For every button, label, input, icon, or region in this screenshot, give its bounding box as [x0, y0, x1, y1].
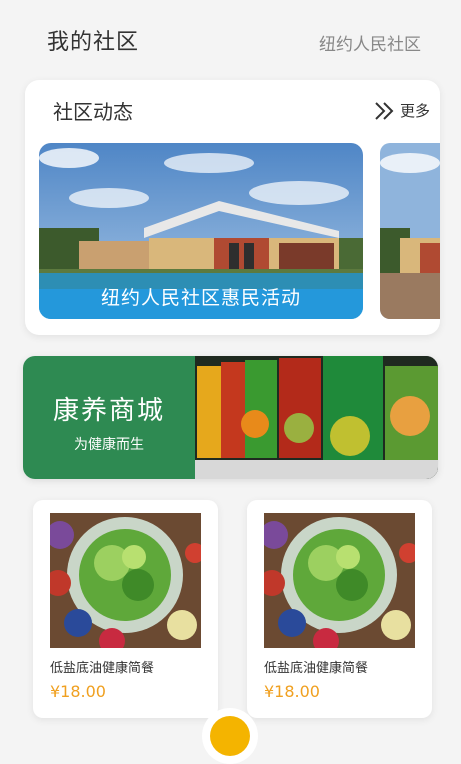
product-price: ¥18.00 — [50, 682, 106, 701]
double-chevron-right-icon — [375, 101, 394, 120]
product-price: ¥18.00 — [264, 682, 320, 701]
fab-icon — [210, 716, 250, 756]
mall-label-panel: 康养商城 为健康而生 — [23, 356, 195, 479]
floating-action-button[interactable] — [202, 708, 258, 764]
mall-subtitle: 为健康而生 — [74, 437, 144, 453]
mall-title: 康养商城 — [52, 396, 165, 426]
news-banner-next[interactable] — [380, 143, 440, 319]
product-card[interactable]: 低盐底油健康简餐 ¥18.00 — [247, 500, 432, 718]
product-image — [50, 513, 201, 648]
news-section-title: 社区动态 — [53, 100, 133, 124]
health-mall-banner[interactable]: 康养商城 为健康而生 — [23, 356, 438, 479]
product-name: 低盐底油健康简餐 — [264, 661, 369, 676]
product-name: 低盐底油健康简餐 — [50, 661, 155, 676]
banner-caption: 纽约人民社区惠民活动 — [39, 273, 363, 319]
more-label: 更多 — [399, 102, 430, 120]
more-button[interactable]: 更多 — [374, 100, 430, 121]
product-card[interactable]: 低盐底油健康简餐 ¥18.00 — [33, 500, 218, 718]
salad-image — [264, 513, 415, 648]
community-news-card: 社区动态 更多 纽约人民社区惠民活动 — [25, 80, 440, 335]
product-image — [264, 513, 415, 648]
salad-image — [50, 513, 201, 648]
banner-image — [380, 143, 440, 319]
mall-image — [195, 356, 438, 479]
page-title: 我的社区 — [47, 30, 140, 55]
header: 我的社区 纽约人民社区 — [0, 0, 461, 78]
news-banner[interactable]: 纽约人民社区惠民活动 — [39, 143, 363, 319]
community-selector[interactable]: 纽约人民社区 — [319, 30, 421, 55]
spice-boxes-image — [195, 356, 438, 479]
